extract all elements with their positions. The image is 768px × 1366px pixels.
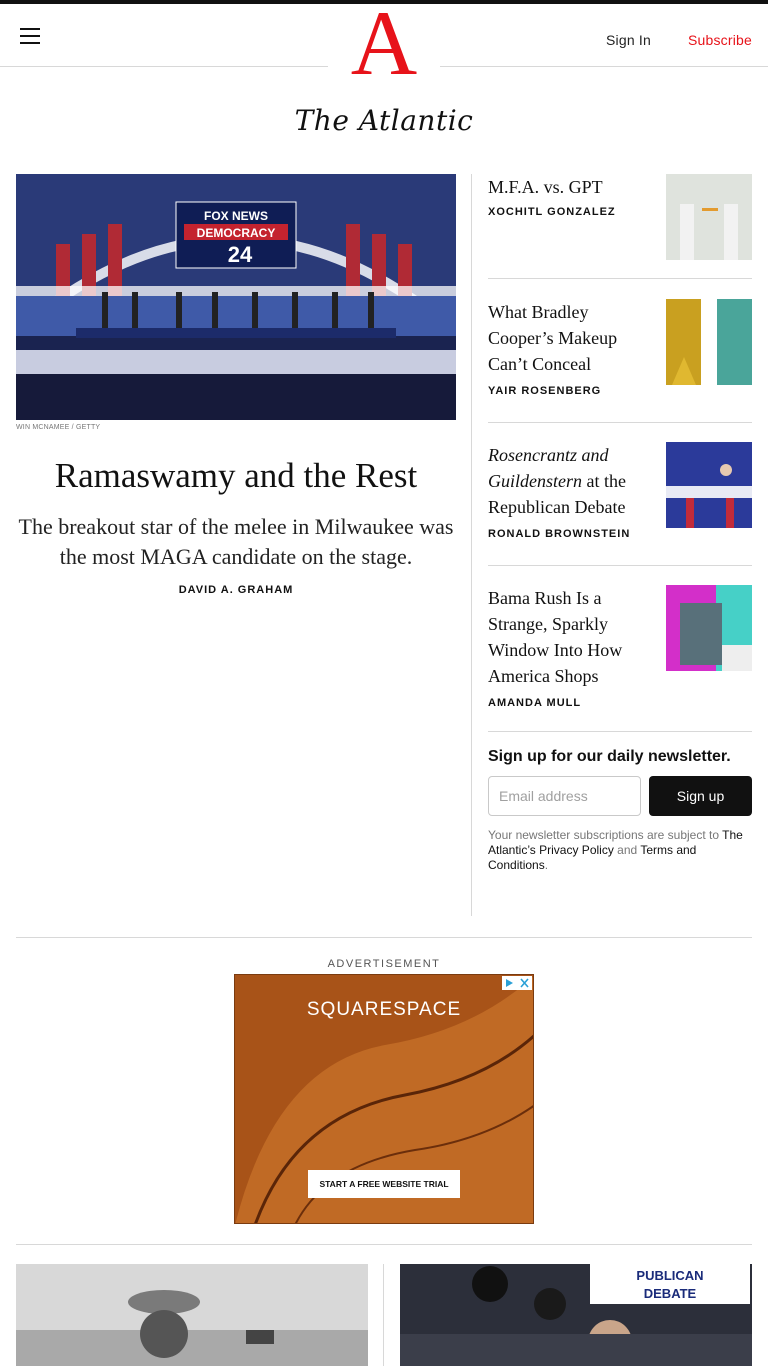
screen-line-1: FOX NEWS [204,209,268,223]
story-byline[interactable]: YAIR ROSENBERG [488,385,752,397]
logo-letter: A [350,0,418,94]
story-headline[interactable]: M.F.A. vs. GPT [488,174,648,200]
newsletter-legal: Your newsletter subscriptions are subjec… [488,828,752,873]
sparkly-bag-image[interactable] [666,585,752,671]
ad-choices-icon[interactable] [502,976,532,990]
newsletter-title: Sign up for our daily newsletter. [488,748,731,765]
section-separator [16,1244,752,1245]
story-separator [488,731,752,732]
advertisement-label: ADVERTISEMENT [327,958,441,970]
story-item[interactable]: Bama Rush Is a Strange, Sparkly Window I… [488,585,752,709]
story-headline[interactable]: Bama Rush Is a Strange, Sparkly Window I… [488,585,648,689]
legal-and: and [613,843,641,857]
column-divider [471,174,472,916]
debate-stage-image[interactable] [666,442,752,528]
ad-cta-button[interactable]: START A FREE WEBSITE TRIAL [308,1170,460,1198]
column-divider [383,1264,384,1366]
story-item[interactable]: Rosencrantz and Guildenstern at the Repu… [488,442,752,540]
soldier-portrait-image[interactable] [16,1264,368,1366]
story-separator [488,565,752,566]
story-headline[interactable]: Rosencrantz and Guildenstern at the Repu… [488,442,648,520]
sign-line-2: DEBATE [644,1286,697,1301]
lead-story-image[interactable]: FOX NEWS DEMOCRACY 24 [16,174,456,420]
wordmark[interactable]: The Atlantic [0,104,768,137]
advertisement-banner[interactable]: SQUARESPACE START A FREE WEBSITE TRIAL [234,974,534,1224]
story-item[interactable]: What Bradley Cooper’s Makeup Can’t Conce… [488,299,752,397]
email-field[interactable] [488,776,641,816]
ad-brand: SQUARESPACE [306,999,462,1020]
legal-suffix: . [544,858,549,872]
lead-dek: The breakout star of the melee in Milwau… [18,514,454,569]
story-byline[interactable]: AMANDA MULL [488,697,752,709]
sign-line-1: PUBLICAN [636,1268,703,1283]
story-separator [488,278,752,279]
story-byline[interactable]: RONALD BROWNSTEIN [488,528,752,540]
lead-headline[interactable]: Ramaswamy and the Rest [16,456,456,496]
screen-line-2: DEMOCRACY [197,226,276,240]
lead-byline[interactable]: DAVID A. GRAHAM [16,584,456,596]
robot-hands-pencil-image[interactable] [666,174,752,260]
story-separator [488,422,752,423]
legal-prefix: Your newsletter subscriptions are subjec… [488,828,723,842]
story-item[interactable]: M.F.A. vs. GPT XOCHITL GONZALEZ [488,174,752,260]
subscribe-link[interactable]: Subscribe [688,32,752,48]
atlantic-logo[interactable]: A [328,0,440,94]
sign-up-button[interactable]: Sign up [649,776,752,816]
section-separator [16,937,752,938]
screen-line-3: 24 [228,242,253,267]
press-scrum-image[interactable]: PUBLICAN DEBATE [400,1264,752,1366]
image-credit: WIN MCNAMEE / GETTY [16,424,101,431]
story-headline[interactable]: What Bradley Cooper’s Makeup Can’t Conce… [488,299,648,377]
hamburger-menu-icon[interactable] [20,28,40,44]
split-portrait-image[interactable] [666,299,752,385]
sign-in-link[interactable]: Sign In [606,32,651,48]
